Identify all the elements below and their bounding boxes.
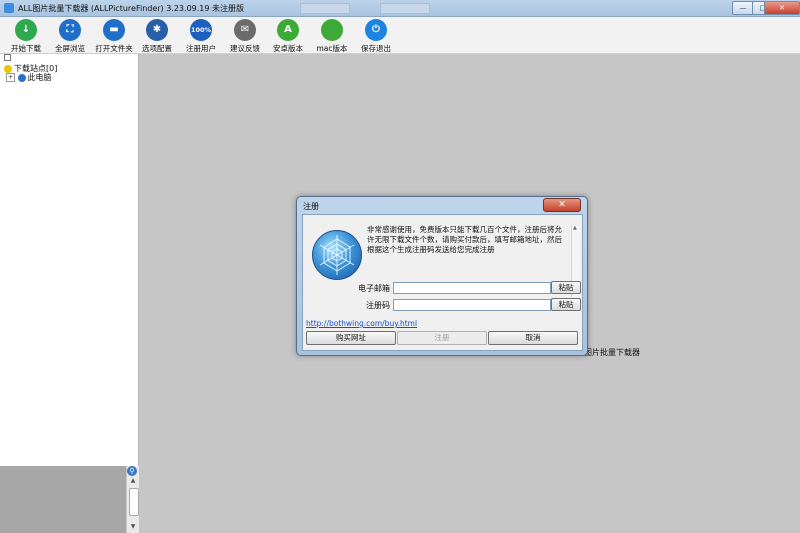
toolbar-label: 建议反馈 bbox=[230, 44, 260, 53]
scroll-down-icon[interactable]: ▼ bbox=[128, 522, 138, 531]
code-label: 注册码 bbox=[366, 301, 390, 310]
toolbar-label: 全屏浏览 bbox=[55, 44, 85, 53]
site-tree-panel: 下载站点[0] + 此电脑 bbox=[0, 54, 139, 466]
toolbar-label: 保存退出 bbox=[361, 44, 391, 53]
register-icon: 100% bbox=[190, 19, 212, 41]
register-dialog: 注册 ✕ 非常感谢使用，免费版本只能下载几百个文件，注册后将允许无限下载文件个数… bbox=[296, 196, 588, 356]
dialog-body: 非常感谢使用，免费版本只能下载几百个文件，注册后将允许无限下载文件个数，请购买付… bbox=[302, 214, 583, 351]
minimize-button[interactable]: — bbox=[732, 1, 754, 15]
scroll-up-icon[interactable]: ▲ bbox=[128, 476, 138, 485]
tree-node-this-pc[interactable]: + 此电脑 bbox=[6, 72, 52, 83]
tree-node-label: 此电脑 bbox=[27, 73, 52, 82]
window-title: ALL图片批量下载器 (ALLPictureFinder) 3.23.09.19… bbox=[18, 4, 245, 13]
email-field[interactable] bbox=[393, 282, 551, 294]
feedback-icon: ✉ bbox=[234, 19, 256, 41]
main-caption: 图片批量下载器 bbox=[584, 348, 640, 357]
buy-url-link[interactable]: http://bothwing.com/buy.html bbox=[306, 319, 417, 328]
title-bar-tab bbox=[300, 3, 350, 14]
register-button[interactable]: 注册 bbox=[397, 331, 487, 345]
computer-icon bbox=[17, 73, 26, 82]
android-version-button[interactable]: A 安卓版本 bbox=[266, 17, 310, 53]
zoom-icon[interactable]: ⚲ bbox=[127, 466, 137, 476]
gear-icon: ✱ bbox=[146, 19, 168, 41]
toolbar: ↓ 开始下载 ⛶ 全屏浏览 ▬ 打开文件夹 ✱ 选项配置 100% 注册用户 ✉… bbox=[0, 17, 800, 54]
toolbar-label: 安卓版本 bbox=[273, 44, 303, 53]
save-exit-button[interactable]: ⏻ 保存退出 bbox=[354, 17, 398, 53]
apple-icon bbox=[321, 19, 343, 41]
open-folder-button[interactable]: ▬ 打开文件夹 bbox=[92, 17, 136, 53]
power-icon: ⏻ bbox=[365, 19, 387, 41]
toolbar-label: mac版本 bbox=[316, 44, 348, 53]
register-user-button[interactable]: 100% 注册用户 bbox=[179, 17, 223, 53]
dialog-title: 注册 bbox=[303, 202, 319, 211]
tree-checkbox[interactable] bbox=[4, 54, 11, 63]
close-button[interactable]: ✕ bbox=[764, 1, 800, 15]
start-download-button[interactable]: ↓ 开始下载 bbox=[4, 17, 48, 53]
dialog-close-button[interactable]: ✕ bbox=[543, 198, 581, 212]
options-button[interactable]: ✱ 选项配置 bbox=[135, 17, 179, 53]
buy-url-button[interactable]: 购买网址 bbox=[306, 331, 396, 345]
tree-expander[interactable]: + bbox=[6, 73, 15, 82]
title-bar-tab bbox=[380, 3, 430, 14]
cancel-button[interactable]: 取消 bbox=[488, 331, 578, 345]
email-label: 电子邮箱 bbox=[358, 284, 390, 293]
title-bar: ALL图片批量下载器 (ALLPictureFinder) 3.23.09.19… bbox=[0, 0, 800, 17]
folder-icon: ▬ bbox=[103, 19, 125, 41]
spider-web-logo bbox=[312, 230, 362, 280]
toolbar-label: 注册用户 bbox=[186, 44, 216, 53]
mac-version-button[interactable]: mac版本 bbox=[310, 17, 354, 53]
code-paste-button[interactable]: 粘贴 bbox=[551, 298, 581, 311]
registration-code-field[interactable] bbox=[393, 299, 551, 311]
toolbar-label: 打开文件夹 bbox=[95, 44, 133, 53]
feedback-button[interactable]: ✉ 建议反馈 bbox=[223, 17, 267, 53]
email-paste-button[interactable]: 粘贴 bbox=[551, 281, 581, 294]
preview-scrollbar[interactable]: ▲ ▼ bbox=[126, 466, 139, 533]
fullscreen-browse-button[interactable]: ⛶ 全屏浏览 bbox=[48, 17, 92, 53]
scroll-up-icon[interactable]: ▲ bbox=[573, 225, 577, 231]
download-icon: ↓ bbox=[15, 19, 37, 41]
app-icon bbox=[4, 3, 14, 13]
scroll-thumb[interactable] bbox=[129, 488, 139, 516]
toolbar-label: 选项配置 bbox=[142, 44, 172, 53]
android-icon: A bbox=[277, 19, 299, 41]
toolbar-label: 开始下载 bbox=[11, 44, 41, 53]
preview-panel bbox=[0, 466, 126, 533]
fullscreen-icon: ⛶ bbox=[59, 19, 81, 41]
